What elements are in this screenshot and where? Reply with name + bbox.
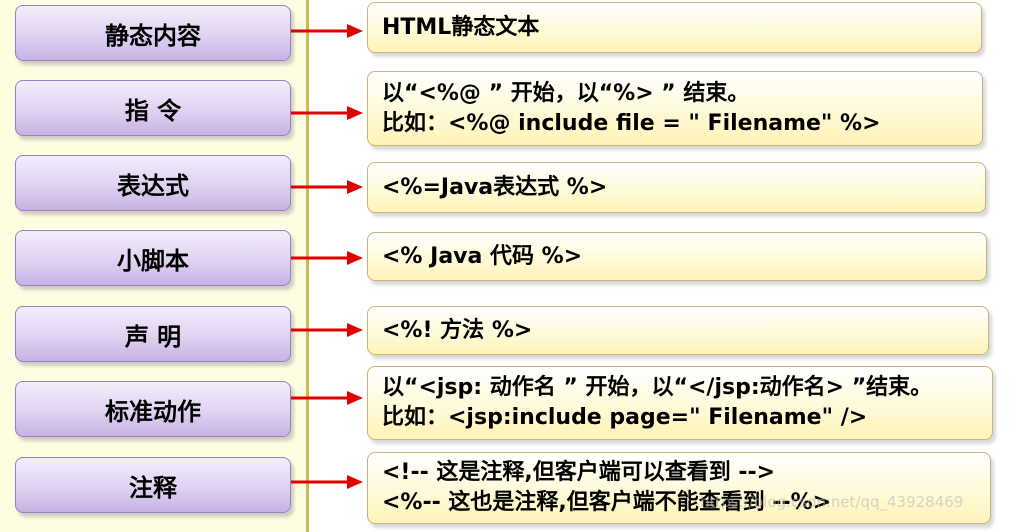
label-text: 指 令 bbox=[124, 96, 182, 125]
label-text: 小脚本 bbox=[117, 246, 189, 275]
label-text: 标准动作 bbox=[105, 397, 201, 426]
description-box-scriptlet: <% Java 代码 %> bbox=[367, 232, 987, 281]
label-box-expression: 表达式 bbox=[15, 155, 291, 211]
description-line: <% Java 代码 %> bbox=[382, 243, 583, 269]
description-line: 以“<%@ ” 开始，以“%> ” 结束。 bbox=[382, 80, 750, 106]
arrow-icon bbox=[291, 391, 363, 405]
description-line: <%=Java表达式 %> bbox=[382, 174, 608, 200]
label-box-standard-action: 标准动作 bbox=[15, 381, 291, 437]
label-text: 表达式 bbox=[117, 171, 189, 200]
description-box-directive: 以“<%@ ” 开始，以“%> ” 结束。 比如：<%@ include fil… bbox=[367, 71, 983, 146]
arrow-icon bbox=[291, 106, 363, 120]
label-box-directive: 指 令 bbox=[15, 80, 291, 136]
description-line: HTML静态文本 bbox=[382, 14, 540, 40]
vertical-divider bbox=[306, 0, 309, 532]
description-box-expression: <%=Java表达式 %> bbox=[367, 162, 986, 213]
arrow-icon bbox=[291, 323, 363, 337]
arrow-icon bbox=[291, 475, 363, 489]
label-box-declaration: 声 明 bbox=[15, 306, 291, 362]
label-text: 注释 bbox=[129, 473, 177, 502]
description-line: <%! 方法 %> bbox=[382, 317, 533, 343]
description-box-static-content: HTML静态文本 bbox=[367, 2, 982, 53]
label-box-static-content: 静态内容 bbox=[15, 5, 291, 61]
arrow-icon bbox=[291, 251, 363, 265]
description-line: 比如：<%@ include file = " Filename" %> bbox=[382, 110, 881, 136]
label-box-comment: 注释 bbox=[15, 457, 291, 513]
description-box-declaration: <%! 方法 %> bbox=[367, 306, 989, 355]
label-box-scriptlet: 小脚本 bbox=[15, 230, 291, 286]
description-line: 比如：<jsp:include page=" Filename" /> bbox=[382, 405, 868, 430]
label-text: 静态内容 bbox=[105, 21, 201, 50]
arrow-icon bbox=[291, 24, 363, 38]
arrow-icon bbox=[291, 180, 363, 194]
label-text: 声 明 bbox=[124, 322, 182, 351]
description-line: 以“<jsp: 动作名 ” 开始，以“</jsp:动作名> ”结束。 bbox=[382, 375, 933, 400]
description-line: <!-- 这是注释,但客户端可以查看到 --> bbox=[382, 460, 776, 485]
description-box-standard-action: 以“<jsp: 动作名 ” 开始，以“</jsp:动作名> ”结束。 比如：<j… bbox=[367, 366, 993, 440]
watermark-text: https://blog.csdn.net/qq_43928469 bbox=[700, 493, 964, 511]
description-box-comment: <!-- 这是注释,但客户端可以查看到 --> <%-- 这也是注释,但客户端不… bbox=[367, 452, 991, 524]
